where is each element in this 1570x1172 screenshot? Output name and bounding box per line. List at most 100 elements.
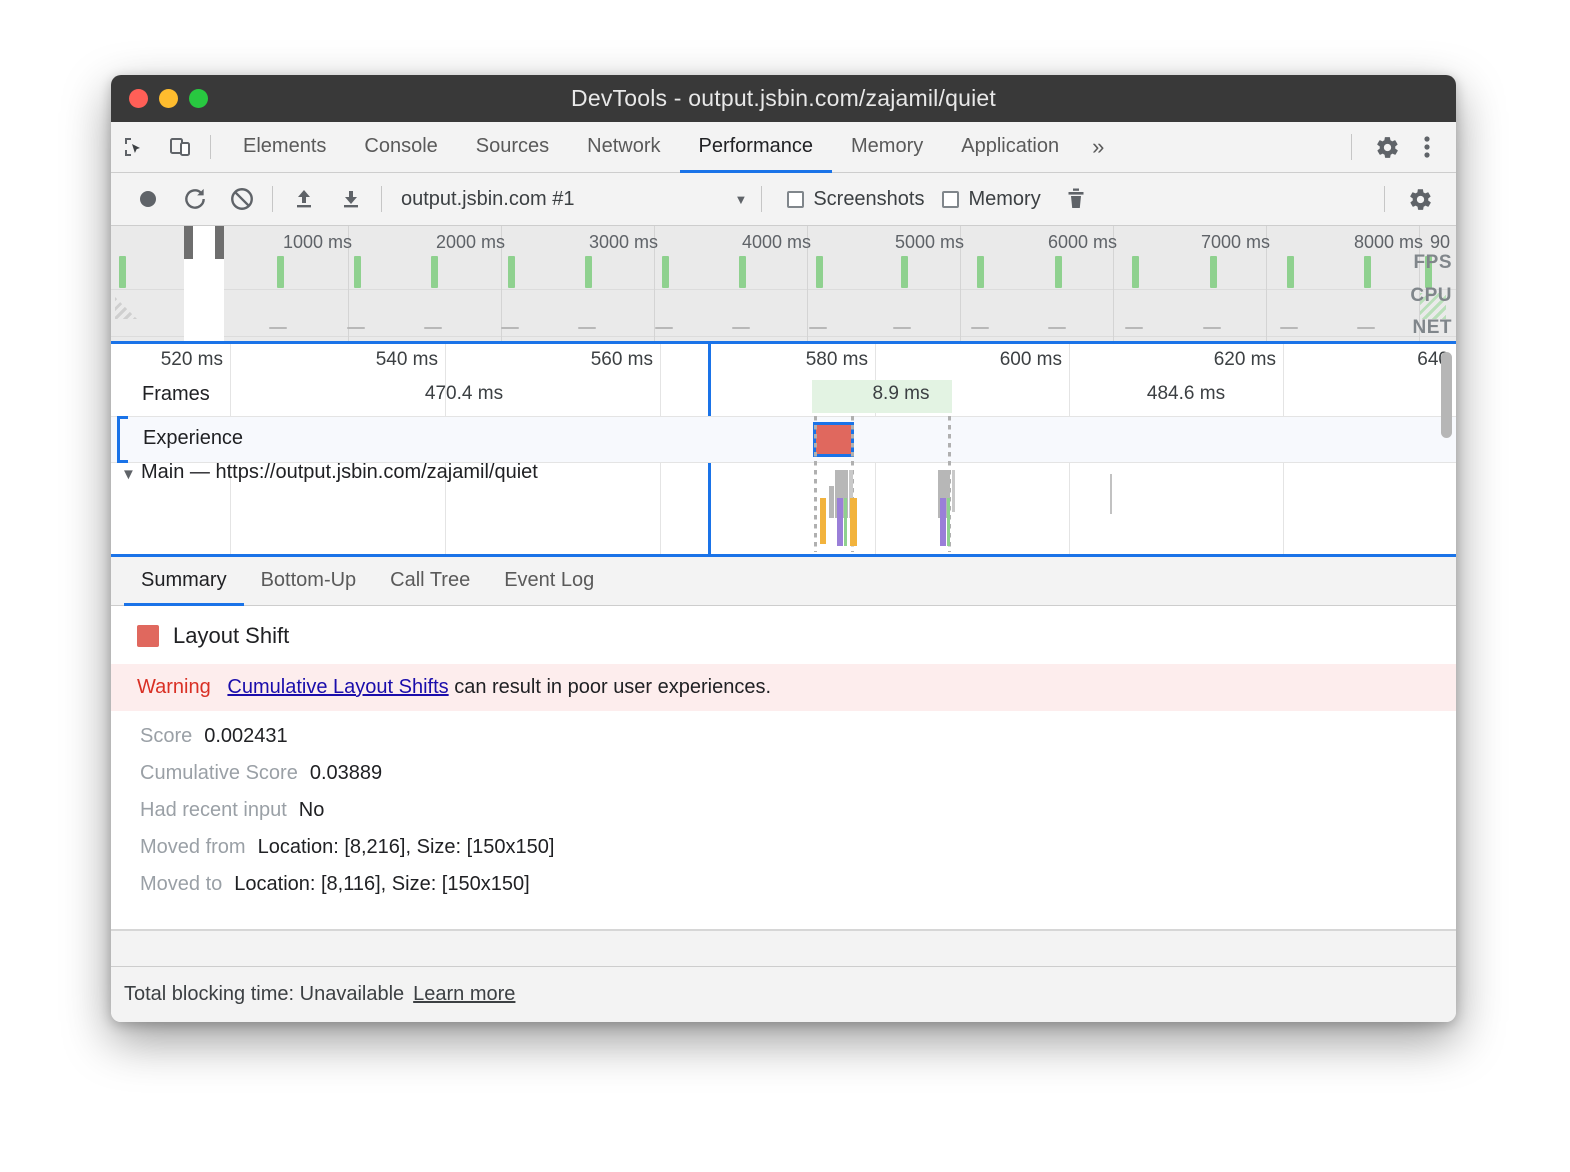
overview-tick-label: 1000 ms [283, 232, 358, 253]
track-tick-label: 540 ms [376, 349, 445, 371]
flame-bar[interactable] [844, 498, 847, 546]
overview-divider-fps [111, 289, 1456, 290]
row-value: 0.002431 [204, 725, 287, 748]
summary-warning-row: Warning Cumulative Layout Shifts can res… [111, 664, 1456, 711]
overview-window-left-handle[interactable] [184, 226, 193, 259]
upload-profile-icon[interactable] [280, 173, 327, 225]
frame-duration-label: 8.9 ms [872, 383, 929, 405]
inspect-element-icon[interactable] [111, 122, 157, 172]
detail-tab-label: Call Tree [390, 569, 470, 592]
device-toolbar-icon[interactable] [157, 122, 203, 172]
maximize-window-button[interactable] [189, 89, 208, 108]
overview-tick-label: 5000 ms [895, 232, 970, 253]
kebab-menu-icon[interactable] [1410, 134, 1444, 160]
track-tick-label: 620 ms [1214, 349, 1283, 371]
overview-frame-bar [901, 256, 908, 288]
summary-event-title: Layout Shift [173, 623, 289, 649]
flame-bar[interactable] [940, 498, 946, 546]
flame-bar[interactable] [947, 498, 950, 546]
track-tick-label: 560 ms [591, 349, 660, 371]
experience-track-row[interactable] [111, 416, 1456, 463]
track-tick-label: 600 ms [1000, 349, 1069, 371]
layout-shift-marker[interactable] [813, 422, 854, 457]
toolbar-divider-3 [761, 186, 762, 212]
flame-chart-scrollbar[interactable] [1441, 352, 1452, 438]
summary-pane: Layout Shift Warning Cumulative Layout S… [111, 606, 1456, 930]
flame-bar[interactable] [952, 470, 955, 512]
tab-performance[interactable]: Performance [680, 123, 833, 173]
summary-row-cumulative-score: Cumulative Score 0.03889 [111, 748, 1456, 785]
overview-net-bar [1280, 327, 1298, 329]
overview-frame-bar [119, 256, 126, 288]
tab-console[interactable]: Console [345, 123, 456, 173]
close-window-button[interactable] [129, 89, 148, 108]
overview-frame-bar [277, 256, 284, 288]
cumulative-layout-shifts-link[interactable]: Cumulative Layout Shifts [227, 676, 448, 698]
tab-label: Console [364, 135, 437, 158]
overview-divider-cpu [111, 336, 1456, 337]
tab-event-log[interactable]: Event Log [487, 558, 611, 606]
tab-memory[interactable]: Memory [832, 123, 942, 173]
tab-application[interactable]: Application [942, 123, 1078, 173]
row-value: Location: [8,216], Size: [150x150] [258, 836, 555, 859]
row-key: Cumulative Score [140, 762, 298, 785]
event-divider-dotted [814, 416, 817, 552]
flame-bar[interactable] [1110, 474, 1112, 514]
overview-window-right-handle[interactable] [215, 226, 224, 259]
more-tabs-button[interactable]: » [1078, 123, 1118, 173]
flame-bar[interactable] [829, 486, 834, 518]
traffic-light-group [129, 89, 208, 108]
flame-bar[interactable] [837, 498, 843, 546]
overview-tick-label: 7000 ms [1201, 232, 1276, 253]
main-track-collapse-caret[interactable]: ▼ [121, 466, 136, 483]
tab-call-tree[interactable]: Call Tree [373, 558, 487, 606]
overview-frame-bar [662, 256, 669, 288]
overview-frame-bar [1132, 256, 1139, 288]
toolbar-divider-4 [1384, 186, 1385, 212]
overview-frame-bar [977, 256, 984, 288]
flame-bar[interactable] [850, 498, 857, 546]
tab-elements[interactable]: Elements [224, 123, 345, 173]
screenshots-checkbox[interactable]: Screenshots [787, 188, 924, 211]
total-blocking-time-text: Total blocking time: Unavailable [124, 983, 404, 1006]
tab-bottom-up[interactable]: Bottom-Up [244, 558, 374, 606]
record-icon[interactable] [124, 173, 171, 225]
summary-row-had-recent-input: Had recent input No [111, 785, 1456, 822]
flame-bar[interactable] [820, 498, 826, 544]
tab-summary[interactable]: Summary [124, 558, 244, 606]
overview-net-bar [655, 327, 673, 329]
gear-icon[interactable] [1397, 187, 1444, 212]
memory-checkbox[interactable]: Memory [942, 188, 1040, 211]
minimize-window-button[interactable] [159, 89, 178, 108]
summary-row-moved-from: Moved from Location: [8,216], Size: [150… [111, 822, 1456, 859]
chevron-down-icon: ▼ [734, 192, 747, 207]
toolbar-divider [272, 186, 273, 212]
overview-tick-label: 6000 ms [1048, 232, 1123, 253]
download-profile-icon[interactable] [327, 173, 374, 225]
overview-frame-bar [508, 256, 515, 288]
tab-label: Application [961, 135, 1059, 158]
panel-tab-list: Elements Console Sources Network Perform… [224, 122, 1118, 172]
clear-recording-icon[interactable] [218, 173, 265, 225]
gear-icon[interactable] [1364, 135, 1410, 160]
overview-tick-label: 8000 ms [1354, 232, 1429, 253]
trash-icon[interactable] [1053, 173, 1100, 225]
recording-session-select[interactable]: output.jsbin.com #1 ▼ [401, 188, 747, 211]
reload-and-record-icon[interactable] [171, 173, 218, 225]
detail-tab-label: Event Log [504, 569, 594, 592]
tab-network[interactable]: Network [568, 123, 679, 173]
tab-label: Network [587, 135, 660, 158]
overview-frame-bar [431, 256, 438, 288]
toolbar-divider-2 [381, 186, 382, 212]
overview-net-bar [971, 327, 989, 329]
tab-sources[interactable]: Sources [457, 123, 568, 173]
overview-time-window[interactable] [184, 226, 224, 341]
learn-more-link[interactable]: Learn more [413, 983, 515, 1006]
tab-label: Elements [243, 135, 326, 158]
overview-net-bar [501, 327, 519, 329]
timeline-overview[interactable]: 1000 ms 2000 ms 3000 ms 4000 ms 5000 ms … [111, 226, 1456, 344]
chevron-double-right-icon: » [1092, 134, 1104, 160]
overview-net-bar [1048, 327, 1066, 329]
detail-tab-label: Bottom-Up [261, 569, 357, 592]
timeline-flame-chart[interactable]: 520 ms 540 ms 560 ms 580 ms 600 ms 620 m… [111, 344, 1456, 557]
